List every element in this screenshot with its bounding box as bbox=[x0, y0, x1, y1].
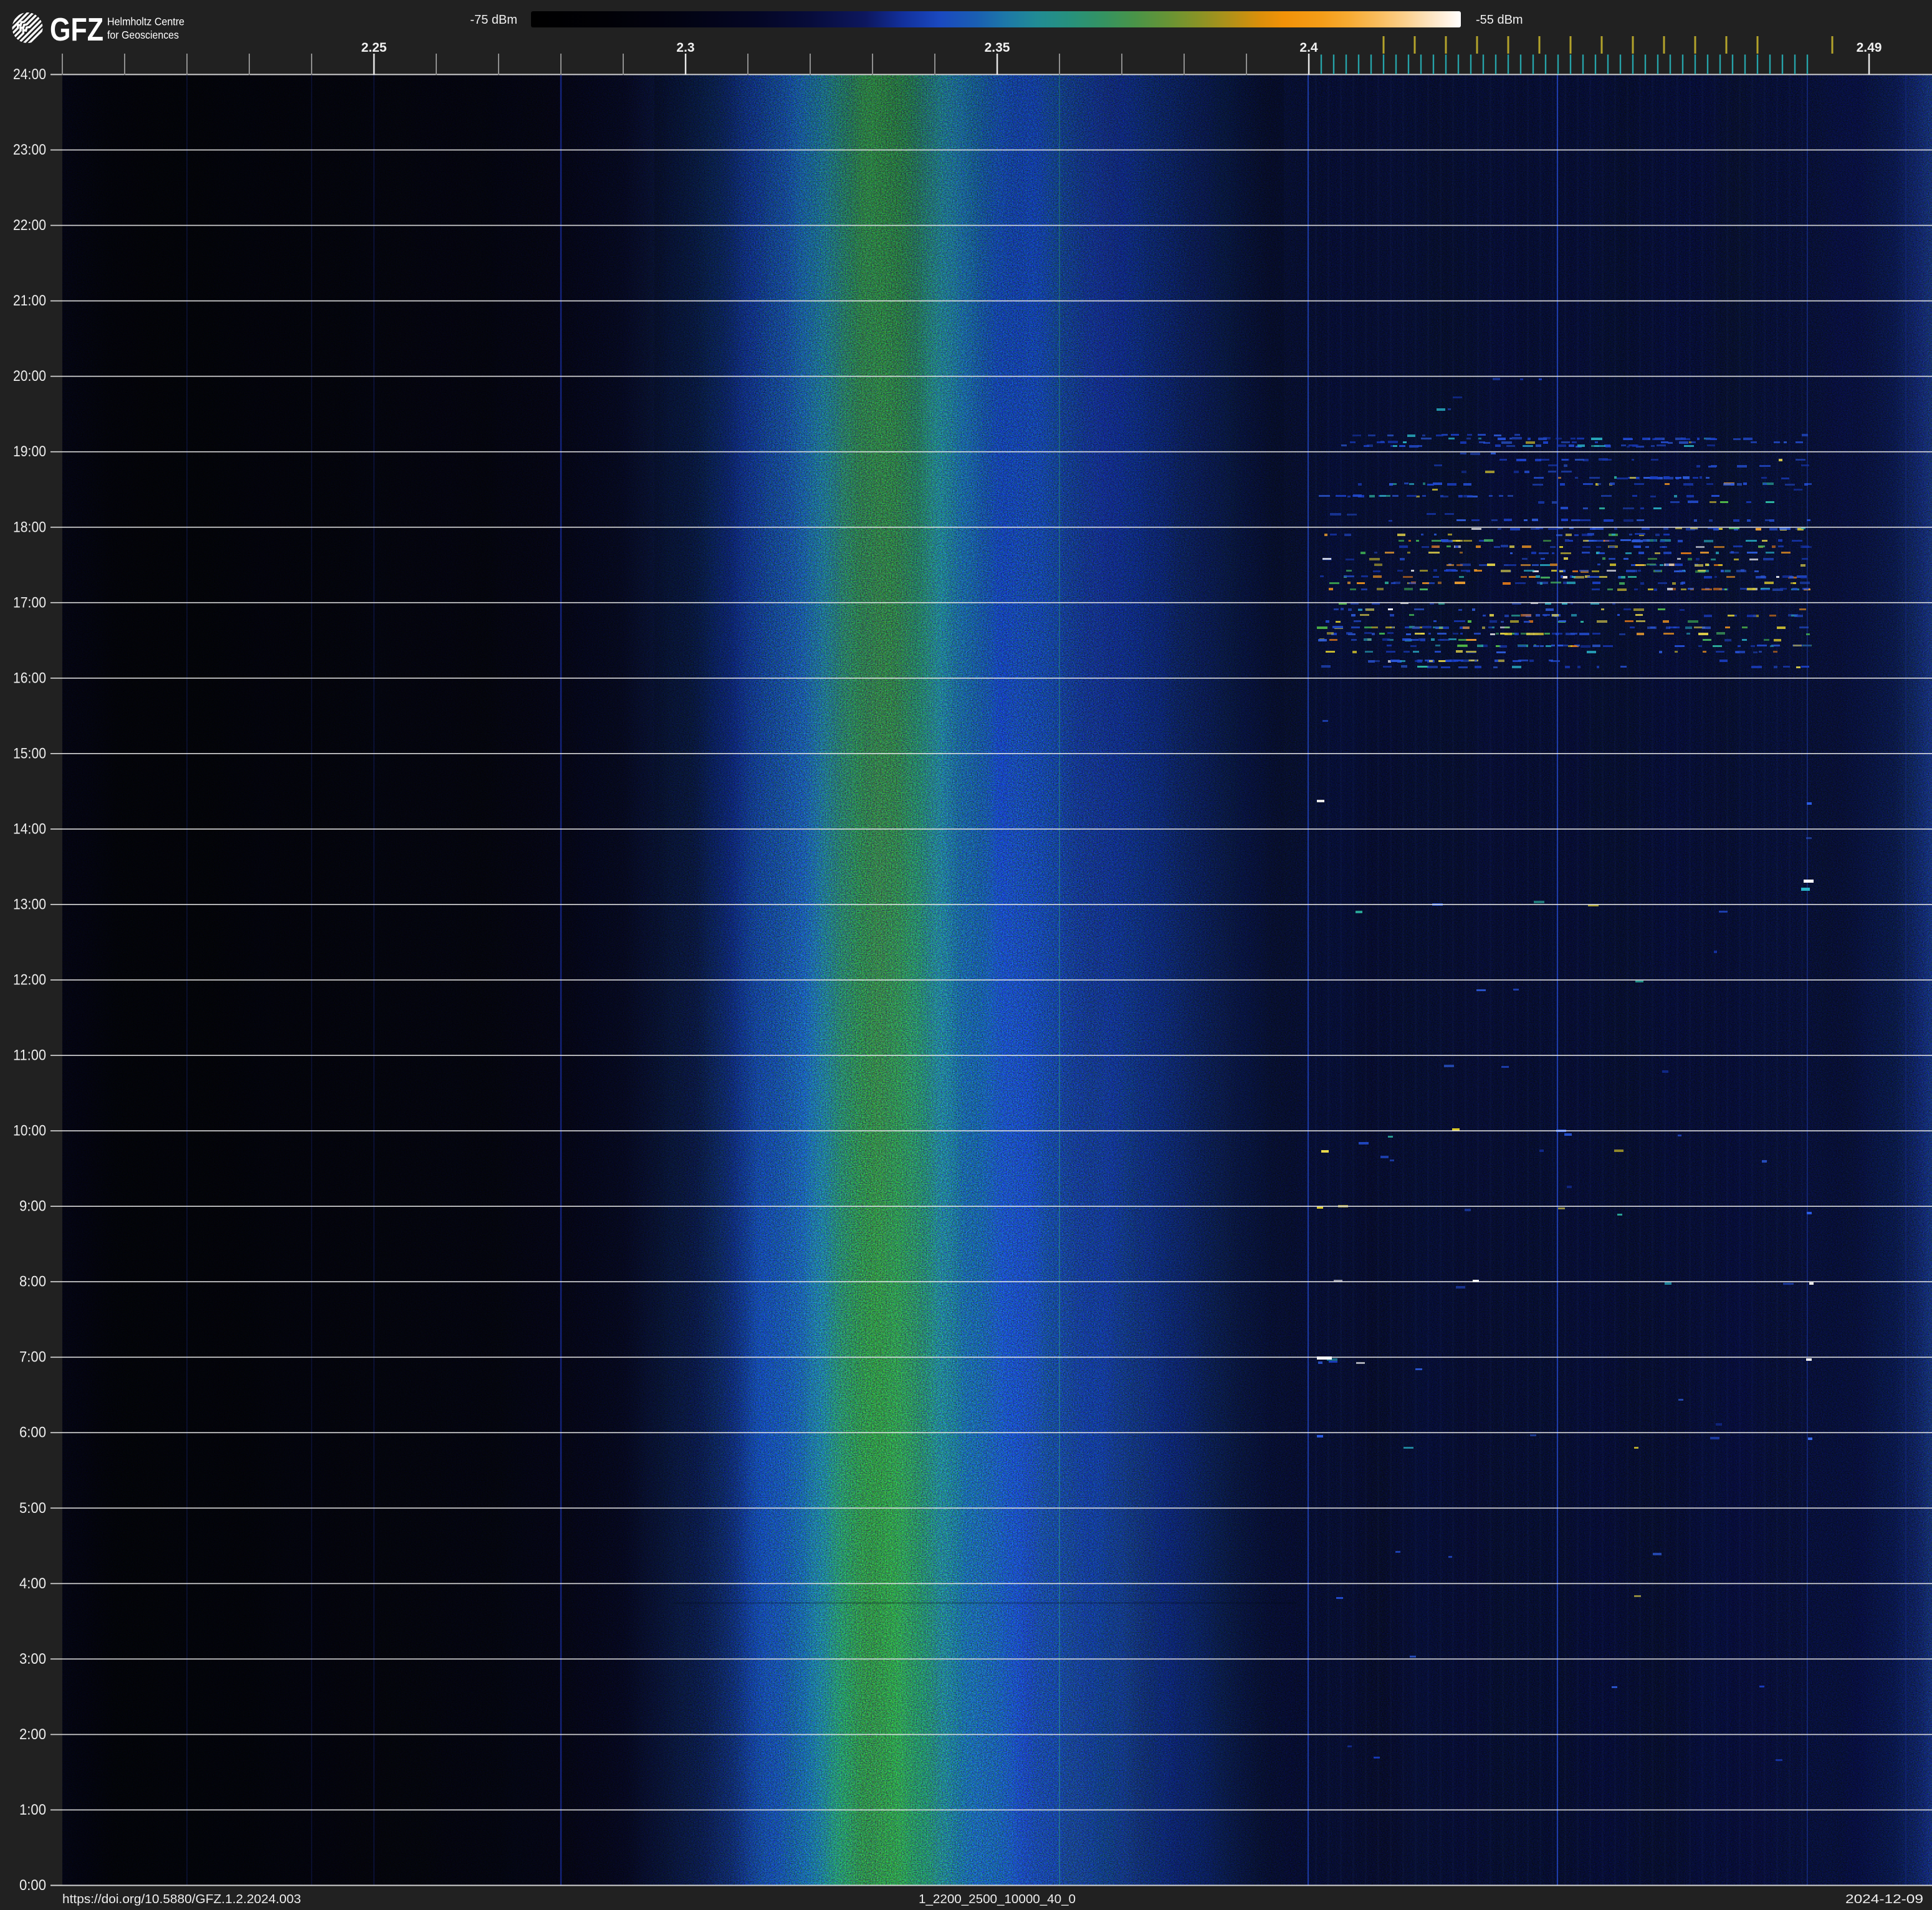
svg-text:0:00: 0:00 bbox=[19, 1877, 46, 1894]
svg-text:13:00: 13:00 bbox=[13, 896, 46, 913]
svg-text:2024-12-09: 2024-12-09 bbox=[1845, 1892, 1923, 1906]
svg-text:23:00: 23:00 bbox=[13, 142, 46, 158]
svg-text:14:00: 14:00 bbox=[13, 820, 46, 837]
svg-text:21:00: 21:00 bbox=[13, 292, 46, 309]
svg-text:2:00: 2:00 bbox=[19, 1726, 46, 1743]
svg-text:2.4: 2.4 bbox=[1299, 41, 1318, 55]
svg-text:18:00: 18:00 bbox=[13, 519, 46, 535]
svg-text:2.35: 2.35 bbox=[985, 41, 1010, 55]
svg-text:2.49: 2.49 bbox=[1857, 41, 1882, 55]
svg-text:-55 dBm: -55 dBm bbox=[1476, 13, 1523, 27]
svg-text:7:00: 7:00 bbox=[19, 1349, 46, 1366]
svg-text:for Geosciences: for Geosciences bbox=[107, 29, 179, 41]
svg-text:24:00: 24:00 bbox=[13, 66, 46, 83]
svg-text:2.3: 2.3 bbox=[676, 41, 694, 55]
svg-text:22:00: 22:00 bbox=[13, 217, 46, 234]
svg-text:GFZ: GFZ bbox=[50, 12, 103, 48]
svg-text:11:00: 11:00 bbox=[13, 1047, 46, 1064]
svg-text:16:00: 16:00 bbox=[13, 669, 46, 686]
svg-text:9:00: 9:00 bbox=[19, 1198, 46, 1215]
svg-text:-75 dBm: -75 dBm bbox=[470, 13, 517, 27]
svg-text:6:00: 6:00 bbox=[19, 1424, 46, 1441]
svg-text:8:00: 8:00 bbox=[19, 1274, 46, 1290]
svg-text:3:00: 3:00 bbox=[19, 1651, 46, 1668]
svg-text:15:00: 15:00 bbox=[13, 745, 46, 762]
svg-text:10:00: 10:00 bbox=[13, 1123, 46, 1140]
svg-text:1_2200_2500_10000_40_0: 1_2200_2500_10000_40_0 bbox=[919, 1892, 1076, 1906]
svg-text:19:00: 19:00 bbox=[13, 443, 46, 460]
svg-text:4:00: 4:00 bbox=[19, 1575, 46, 1592]
svg-text:5:00: 5:00 bbox=[19, 1500, 46, 1517]
svg-text:Helmholtz Centre: Helmholtz Centre bbox=[107, 16, 184, 28]
svg-text:1:00: 1:00 bbox=[19, 1802, 46, 1818]
svg-text:20:00: 20:00 bbox=[13, 368, 46, 385]
svg-text:12:00: 12:00 bbox=[13, 972, 46, 989]
svg-text:2.25: 2.25 bbox=[361, 41, 387, 55]
svg-text:https://doi.org/10.5880/GFZ.1.: https://doi.org/10.5880/GFZ.1.2.2024.003 bbox=[62, 1892, 301, 1906]
svg-text:17:00: 17:00 bbox=[13, 594, 46, 611]
